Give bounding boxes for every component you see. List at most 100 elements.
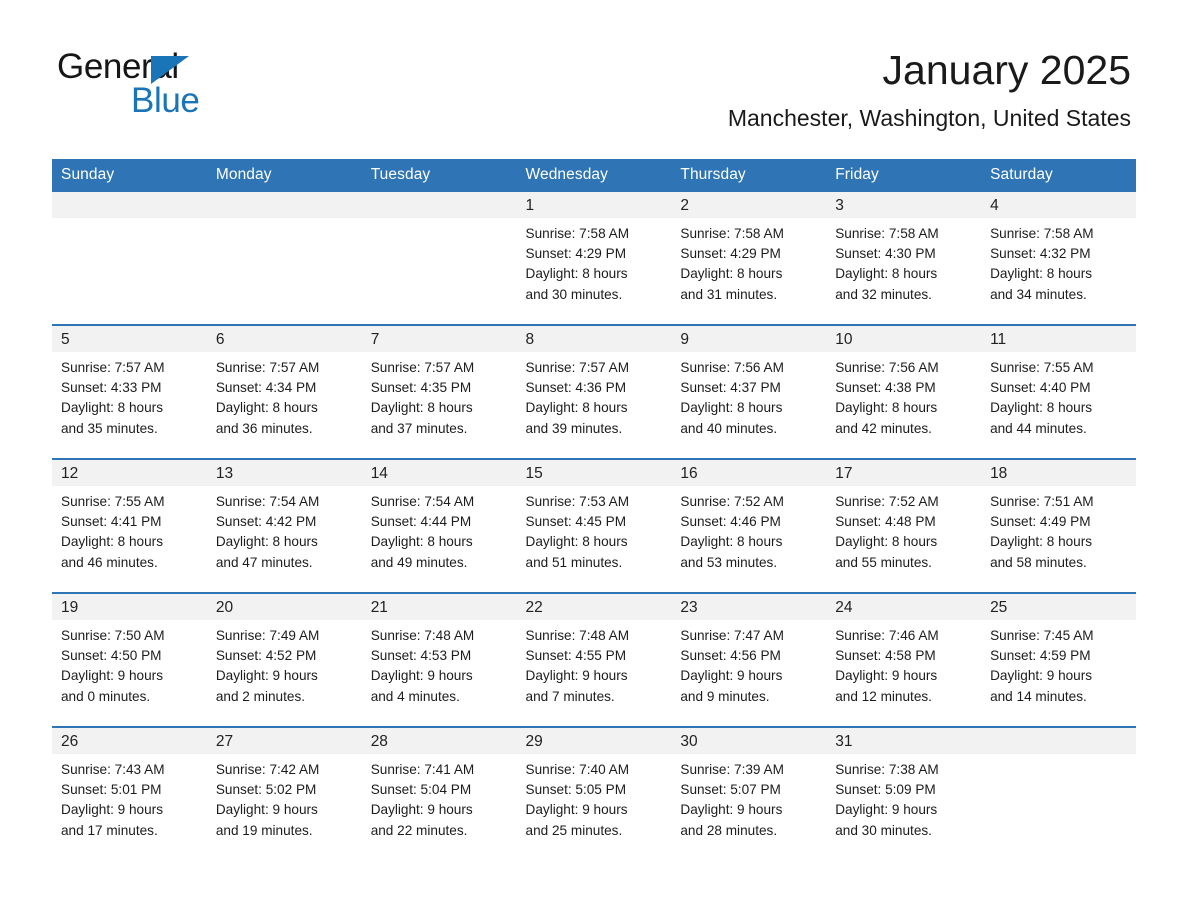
day-cell-inner: 22 Sunrise: 7:48 AM Sunset: 4:55 PM Dayligh… <box>516 594 672 714</box>
day-cell-inner: 26 Sunrise: 7:43 AM Sunset: 5:01 PM Dayligh… <box>52 728 207 848</box>
day-detail: Sunrise: 7:42 AM Sunset: 5:02 PM Daylight:… <box>207 754 362 841</box>
location-subtitle: Manchester, Washington, United States <box>727 105 1131 131</box>
calendar-day-cell[interactable]: 11 Sunrise: 7:55 AM Sunset: 4:40 PM Dayligh… <box>981 324 1136 446</box>
daylight-text-line2: and 58 minutes. <box>990 554 1087 570</box>
calendar-day-cell[interactable]: 22 Sunrise: 7:48 AM Sunset: 4:55 PM Dayligh… <box>516 592 672 714</box>
day-detail: Sunrise: 7:57 AM Sunset: 4:33 PM Daylight:… <box>52 352 207 439</box>
calendar-day-cell[interactable]: 15 Sunrise: 7:53 AM Sunset: 4:45 PM Dayligh… <box>516 458 672 580</box>
sunset-text: Sunset: 4:41 PM <box>61 514 162 530</box>
day-number: 11 <box>981 326 1136 352</box>
day-detail: Sunrise: 7:48 AM Sunset: 4:55 PM Daylight:… <box>517 620 672 707</box>
day-cell-inner: 5 Sunrise: 7:57 AM Sunset: 4:33 PM Daylight… <box>52 326 207 446</box>
calendar-day-cell[interactable]: 20 Sunrise: 7:49 AM Sunset: 4:52 PM Dayligh… <box>206 592 362 714</box>
day-detail <box>981 754 1136 760</box>
day-cell-inner: 9 Sunrise: 7:56 AM Sunset: 4:37 PM Daylight… <box>671 326 827 446</box>
calendar-day-cell[interactable]: 13 Sunrise: 7:54 AM Sunset: 4:42 PM Dayligh… <box>206 458 362 580</box>
calendar-day-cell[interactable]: 19 Sunrise: 7:50 AM Sunset: 4:50 PM Dayligh… <box>52 592 207 714</box>
sunset-text: Sunset: 5:09 PM <box>835 782 936 798</box>
day-detail: Sunrise: 7:48 AM Sunset: 4:53 PM Daylight:… <box>362 620 517 707</box>
sunset-text: Sunset: 4:40 PM <box>990 380 1091 396</box>
sunset-text: Sunset: 4:37 PM <box>680 380 781 396</box>
day-cell-inner: 25 Sunrise: 7:45 AM Sunset: 4:59 PM Dayligh… <box>981 594 1136 714</box>
calendar-day-cell[interactable]: 18 Sunrise: 7:51 AM Sunset: 4:49 PM Dayligh… <box>981 458 1136 580</box>
day-detail: Sunrise: 7:55 AM Sunset: 4:40 PM Daylight:… <box>981 352 1136 439</box>
day-cell-inner: 7 Sunrise: 7:57 AM Sunset: 4:35 PM Daylight… <box>361 326 517 446</box>
calendar-day-cell[interactable]: 3 Sunrise: 7:58 AM Sunset: 4:30 PM Daylight… <box>826 192 982 312</box>
calendar-day-cell[interactable]: 8 Sunrise: 7:57 AM Sunset: 4:36 PM Daylight… <box>516 324 672 446</box>
calendar-day-cell[interactable]: 2 Sunrise: 7:58 AM Sunset: 4:29 PM Daylight… <box>671 192 827 312</box>
day-number: 31 <box>826 728 982 754</box>
calendar-day-cell[interactable]: 24 Sunrise: 7:46 AM Sunset: 4:58 PM Dayligh… <box>826 592 982 714</box>
day-detail: Sunrise: 7:52 AM Sunset: 4:46 PM Daylight:… <box>671 486 826 573</box>
brand-triangle-icon <box>151 56 189 84</box>
daylight-text-line2: and 42 minutes. <box>835 420 932 436</box>
title-block: January 2025 Manchester, Washington, Uni… <box>728 46 1131 133</box>
sunset-text: Sunset: 4:32 PM <box>990 246 1091 262</box>
daylight-text-line2: and 46 minutes. <box>61 554 158 570</box>
calendar-day-cell[interactable]: 9 Sunrise: 7:56 AM Sunset: 4:37 PM Daylight… <box>671 324 827 446</box>
week-spacer <box>52 446 1136 459</box>
day-number: 10 <box>826 326 982 352</box>
day-cell-inner: 23 Sunrise: 7:47 AM Sunset: 4:56 PM Dayligh… <box>671 594 827 714</box>
sunrise-text: Sunrise: 7:51 AM <box>990 494 1094 509</box>
calendar-day-cell[interactable]: 29 Sunrise: 7:40 AM Sunset: 5:05 PM Dayligh… <box>516 726 672 848</box>
day-cell-inner: 13 Sunrise: 7:54 AM Sunset: 4:42 PM Dayligh… <box>206 460 362 580</box>
day-number: 17 <box>826 460 982 486</box>
day-detail: Sunrise: 7:57 AM Sunset: 4:35 PM Daylight:… <box>362 352 517 439</box>
calendar-day-cell[interactable]: 30 Sunrise: 7:39 AM Sunset: 5:07 PM Dayligh… <box>671 726 827 848</box>
sunset-text: Sunset: 5:05 PM <box>525 782 627 798</box>
weekday-header-thursday: Thursday <box>671 159 827 192</box>
calendar-day-cell[interactable]: 17 Sunrise: 7:52 AM Sunset: 4:48 PM Dayligh… <box>826 458 982 580</box>
daylight-text-line2: and 32 minutes. <box>835 286 932 302</box>
daylight-text-line2: and 9 minutes. <box>680 688 770 704</box>
calendar-page: General Blue January 2025 Manchester, Wa… <box>0 0 1188 918</box>
calendar-day-cell[interactable]: 21 Sunrise: 7:48 AM Sunset: 4:53 PM Dayligh… <box>361 592 517 714</box>
day-number: 1 <box>516 192 672 218</box>
calendar-day-cell[interactable]: 28 Sunrise: 7:41 AM Sunset: 5:04 PM Dayligh… <box>361 726 517 848</box>
calendar-day-cell[interactable]: 7 Sunrise: 7:57 AM Sunset: 4:35 PM Daylight… <box>361 324 517 446</box>
sunrise-text: Sunrise: 7:42 AM <box>215 762 320 777</box>
daylight-text-line1: Daylight: 9 hours <box>680 668 783 684</box>
calendar-day-cell-empty <box>52 192 207 312</box>
sunset-text: Sunset: 5:02 PM <box>215 782 317 798</box>
general-blue-logo[interactable]: General Blue <box>57 48 317 120</box>
calendar-day-cell-empty <box>981 726 1136 848</box>
calendar-day-cell[interactable]: 5 Sunrise: 7:57 AM Sunset: 4:33 PM Daylight… <box>52 324 207 446</box>
day-number: 8 <box>516 326 672 352</box>
calendar-day-cell[interactable]: 25 Sunrise: 7:45 AM Sunset: 4:59 PM Dayligh… <box>981 592 1136 714</box>
logo-text-blue: Blue <box>131 81 200 120</box>
day-detail: Sunrise: 7:58 AM Sunset: 4:30 PM Daylight:… <box>826 218 981 305</box>
daylight-text-line2: and 19 minutes. <box>215 822 313 838</box>
weekday-header-sunday: Sunday <box>52 159 207 192</box>
day-number <box>206 192 362 218</box>
calendar-day-cell[interactable]: 14 Sunrise: 7:54 AM Sunset: 4:44 PM Dayligh… <box>361 458 517 580</box>
day-number: 12 <box>52 460 207 486</box>
calendar-day-cell[interactable]: 12 Sunrise: 7:55 AM Sunset: 4:41 PM Dayligh… <box>52 458 207 580</box>
daylight-text-line1: Daylight: 8 hours <box>680 534 783 550</box>
sunrise-text: Sunrise: 7:58 AM <box>990 226 1094 241</box>
calendar-day-cell[interactable]: 31 Sunrise: 7:38 AM Sunset: 5:09 PM Dayligh… <box>826 726 982 848</box>
calendar-day-cell[interactable]: 1 Sunrise: 7:58 AM Sunset: 4:29 PM Daylight… <box>516 192 672 312</box>
sunrise-text: Sunrise: 7:57 AM <box>525 360 630 375</box>
calendar-day-cell[interactable]: 27 Sunrise: 7:42 AM Sunset: 5:02 PM Dayligh… <box>206 726 362 848</box>
sunset-text: Sunset: 4:50 PM <box>61 648 162 664</box>
calendar-day-cell[interactable]: 10 Sunrise: 7:56 AM Sunset: 4:38 PM Dayligh… <box>826 324 982 446</box>
week-spacer <box>52 580 1136 593</box>
sunset-text: Sunset: 4:34 PM <box>215 380 317 396</box>
daylight-text-line1: Daylight: 8 hours <box>215 400 318 416</box>
day-detail: Sunrise: 7:38 AM Sunset: 5:09 PM Daylight:… <box>826 754 981 841</box>
day-cell-inner: 30 Sunrise: 7:39 AM Sunset: 5:07 PM Dayligh… <box>671 728 827 848</box>
sunrise-text: Sunrise: 7:57 AM <box>370 360 475 375</box>
calendar-day-cell[interactable]: 16 Sunrise: 7:52 AM Sunset: 4:46 PM Dayligh… <box>671 458 827 580</box>
calendar-day-cell[interactable]: 6 Sunrise: 7:57 AM Sunset: 4:34 PM Daylight… <box>206 324 362 446</box>
calendar-day-cell[interactable]: 26 Sunrise: 7:43 AM Sunset: 5:01 PM Dayligh… <box>52 726 207 848</box>
calendar-week-row: 19 Sunrise: 7:50 AM Sunset: 4:50 PM Dayligh… <box>52 592 1136 714</box>
daylight-text-line1: Daylight: 8 hours <box>525 534 628 550</box>
calendar-day-cell[interactable]: 23 Sunrise: 7:47 AM Sunset: 4:56 PM Dayligh… <box>671 592 827 714</box>
calendar-day-cell[interactable]: 4 Sunrise: 7:58 AM Sunset: 4:32 PM Daylight… <box>981 192 1136 312</box>
calendar-day-cell-empty <box>361 192 517 312</box>
sunset-text: Sunset: 5:07 PM <box>680 782 781 798</box>
sunset-text: Sunset: 4:36 PM <box>525 380 627 396</box>
week-spacer-cell <box>52 312 1136 325</box>
sunset-text: Sunset: 4:53 PM <box>370 648 472 664</box>
